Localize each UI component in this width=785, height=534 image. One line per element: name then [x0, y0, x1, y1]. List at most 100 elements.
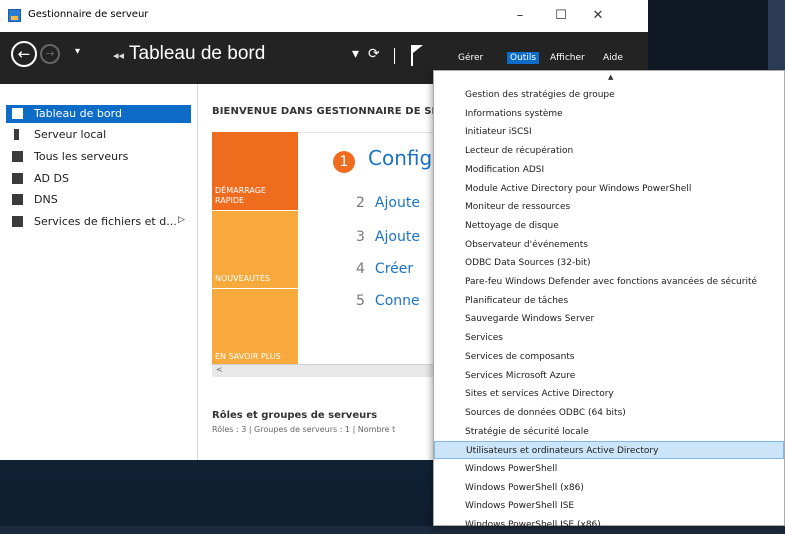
server-icon — [14, 129, 19, 140]
tile-en-savoir-plus[interactable]: EN SAVOIR PLUS — [212, 289, 298, 366]
menu-item[interactable]: Stratégie de sécurité locale — [434, 423, 784, 441]
refresh-dropdown-icon[interactable]: ▾ — [352, 46, 359, 62]
welcome-tiles: DÉMARRAGE RAPIDE NOUVEAUTÉS EN SAVOIR PL… — [212, 132, 298, 366]
step-text: Conne — [374, 293, 420, 309]
window-title: Gestionnaire de serveur — [28, 9, 149, 20]
roles-summary: Rôles : 3 | Groupes de serveurs : 1 | No… — [212, 425, 396, 434]
menu-item-label: Pare-feu Windows Defender avec fonctions… — [465, 277, 758, 287]
sidebar-item-tous-les-serveurs[interactable]: Tous les serveurs — [6, 148, 191, 166]
menu-item[interactable]: Planificateur de tâches — [434, 292, 784, 310]
menu-item-label: Windows PowerShell (x86) — [465, 482, 584, 493]
menu-item-label: Module Active Directory pour Windows Pow… — [465, 183, 692, 194]
menu-item-label: Sauvegarde Windows Server — [465, 314, 595, 325]
step-link[interactable]: 5 Conne — [356, 293, 420, 309]
sidebar-item-label: Tous les serveurs — [34, 150, 129, 163]
menu-item[interactable]: Observateur d'événements — [434, 236, 784, 254]
adds-icon — [12, 173, 23, 184]
back-button[interactable]: ← — [11, 41, 37, 67]
menu-item[interactable]: ODBC Data Sources (32-bit) — [434, 254, 784, 272]
sidebar-item-label: Services de fichiers et d... — [34, 215, 177, 228]
menu-item[interactable]: Gestion des stratégies de groupe — [434, 86, 784, 104]
sidebar: Tableau de bord Serveur local Tous les s… — [0, 84, 197, 460]
menu-item-label: Sources de données ODBC (64 bits) — [465, 407, 626, 418]
step-number: 1 — [333, 151, 355, 173]
sidebar-item-label: AD DS — [34, 172, 69, 185]
command-separator — [394, 48, 395, 64]
sidebar-item-serveur-local[interactable]: Serveur local — [6, 126, 191, 144]
menu-item[interactable]: Windows PowerShell (x86) — [434, 479, 784, 497]
menu-item[interactable]: Services de composants — [434, 348, 784, 366]
scroll-left-icon[interactable]: < — [216, 365, 223, 374]
menu-item-label: Services Microsoft Azure — [465, 370, 576, 381]
roles-heading: Rôles et groupes de serveurs — [212, 410, 378, 421]
menu-item-label: ODBC Data Sources (32-bit) — [465, 258, 591, 269]
menu-item[interactable]: Sauvegarde Windows Server — [434, 310, 784, 328]
menu-aide[interactable]: Aide — [600, 52, 626, 64]
scroll-up-icon[interactable]: ▲ — [608, 73, 613, 81]
menu-item-label: Observateur d'événements — [465, 239, 588, 250]
step-link[interactable]: 4 Créer — [356, 261, 413, 277]
menu-item-label: Windows PowerShell ISE — [465, 501, 575, 512]
sidebar-item-label: Serveur local — [34, 128, 107, 141]
tile-nouveautes[interactable]: NOUVEAUTÉS — [212, 211, 298, 288]
step-link[interactable]: 3 Ajoute — [356, 229, 420, 245]
menu-item-label: Modification ADSI — [465, 164, 545, 175]
menu-item-label: Services de composants — [465, 351, 575, 362]
sidebar-item-services-de-fichiers[interactable]: Services de fichiers et d... ▷ — [6, 213, 191, 231]
sidebar-item-tableau-de-bord[interactable]: Tableau de bord — [6, 105, 191, 123]
sidebar-item-ad-ds[interactable]: AD DS — [6, 170, 191, 188]
expand-arrow-icon[interactable]: ▷ — [178, 215, 185, 225]
maximize-button[interactable]: ☐ — [546, 6, 576, 26]
notifications-flag-icon[interactable] — [411, 45, 423, 66]
step-number: 5 — [356, 293, 365, 309]
menu-item-label: Sites et services Active Directory — [465, 389, 614, 400]
menu-item[interactable]: Windows PowerShell ISE — [434, 497, 784, 515]
menu-item[interactable]: Services Microsoft Azure — [434, 367, 784, 385]
menu-gerer[interactable]: Gérer — [455, 52, 486, 64]
menu-item-label: Planificateur de tâches — [465, 295, 569, 306]
menu-item[interactable]: Informations système — [434, 105, 784, 123]
welcome-heading: BIENVENUE DANS GESTIONNAIRE DE SE — [212, 106, 439, 117]
menu-item-label: Lecteur de récupération — [465, 146, 574, 157]
tile-label: NOUVEAUTÉS — [215, 274, 271, 283]
tile-label: DÉMARRAGE RAPIDE — [215, 186, 266, 205]
menu-item[interactable]: Modification ADSI — [434, 161, 784, 179]
menu-item[interactable]: Services — [434, 329, 784, 347]
sidebar-item-dns[interactable]: DNS — [6, 191, 191, 209]
menu-item[interactable]: Pare-feu Windows Defender avec fonctions… — [434, 273, 784, 291]
history-dropdown-icon[interactable]: ▾ — [75, 46, 80, 57]
menu-item[interactable]: Utilisateurs et ordinateurs Active Direc… — [434, 441, 784, 460]
menu-item-label: Windows PowerShell — [465, 464, 558, 474]
menu-item[interactable]: Nettoyage de disque — [434, 217, 784, 235]
menu-item-label: Initiateur iSCSI — [465, 127, 532, 138]
dashboard-icon — [12, 108, 23, 119]
close-button[interactable]: ✕ — [583, 6, 613, 26]
step-number: 2 — [356, 195, 365, 211]
step-link[interactable]: 2 Ajoute — [356, 195, 420, 211]
menu-item[interactable]: Initiateur iSCSI — [434, 123, 784, 141]
servers-icon — [12, 151, 23, 162]
sidebar-item-label: Tableau de bord — [34, 107, 122, 120]
step-text: Ajoute — [374, 229, 420, 245]
menu-item[interactable]: Moniteur de ressources — [434, 198, 784, 216]
menu-item[interactable]: Lecteur de récupération — [434, 142, 784, 160]
menu-afficher[interactable]: Afficher — [547, 52, 588, 64]
menu-outils[interactable]: Outils — [507, 52, 540, 64]
file-services-icon — [12, 216, 23, 227]
dns-icon — [12, 194, 23, 205]
menu-item[interactable]: Sources de données ODBC (64 bits) — [434, 404, 784, 422]
menu-item-label: Services — [465, 333, 503, 344]
menu-item-label: Gestion des stratégies de groupe — [465, 90, 615, 100]
menu-item-label: Informations système — [465, 108, 563, 119]
menu-item[interactable]: Module Active Directory pour Windows Pow… — [434, 180, 784, 198]
menu-item[interactable]: Windows PowerShell — [434, 460, 784, 478]
refresh-icon[interactable]: ⟳ — [368, 46, 380, 62]
step-text: Ajoute — [374, 195, 420, 211]
menu-item[interactable]: Sites et services Active Directory — [434, 385, 784, 403]
server-manager-app-icon — [8, 9, 21, 22]
tile-demarrage-rapide[interactable]: DÉMARRAGE RAPIDE — [212, 132, 298, 210]
tile-label: EN SAVOIR PLUS — [215, 352, 281, 361]
minimize-button[interactable]: – — [505, 6, 535, 26]
menu-item[interactable]: Windows PowerShell ISE (x86) — [434, 516, 784, 534]
forward-button[interactable]: → — [40, 44, 60, 64]
